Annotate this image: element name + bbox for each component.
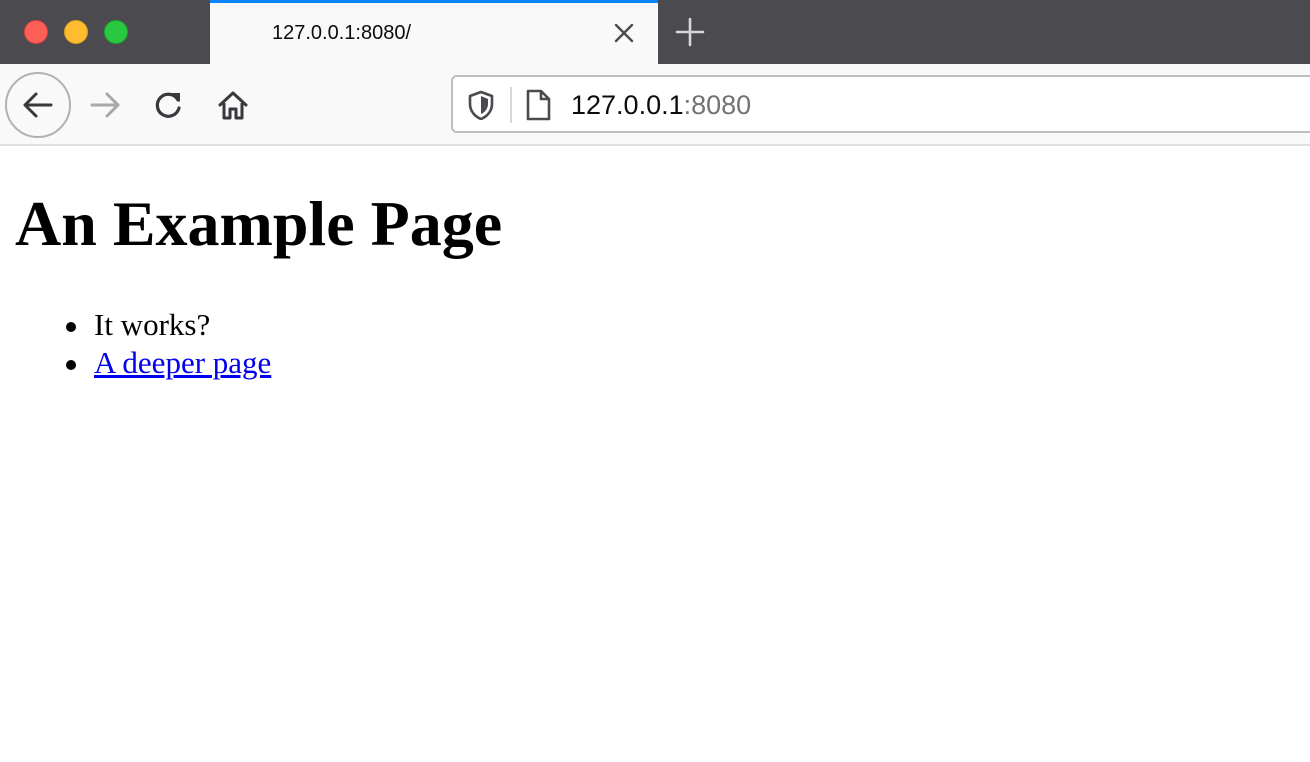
plus-icon: [675, 17, 705, 47]
close-icon[interactable]: [610, 19, 638, 47]
tab-strip: 127.0.0.1:8080/: [0, 0, 1310, 64]
active-tab[interactable]: 127.0.0.1:8080/: [210, 0, 658, 64]
window-close-button[interactable]: [24, 20, 48, 44]
navigation-toolbar: 127.0.0.1:8080: [0, 64, 1310, 146]
window-minimize-button[interactable]: [64, 20, 88, 44]
page-info-icon[interactable]: [524, 88, 552, 122]
content-list: It works? A deeper page: [62, 306, 271, 382]
url-bar-separator: [510, 87, 512, 123]
tab-title: 127.0.0.1:8080/: [272, 22, 412, 44]
list-item: It works?: [62, 306, 271, 344]
new-tab-button[interactable]: [672, 14, 708, 50]
back-arrow-icon: [23, 92, 53, 118]
home-button[interactable]: [200, 72, 266, 138]
page-content: An Example Page It works? A deeper page: [0, 146, 1310, 762]
url-host: 127.0.0.1: [571, 90, 684, 120]
back-button[interactable]: [5, 72, 71, 138]
list-item: A deeper page: [62, 344, 271, 382]
window-maximize-button[interactable]: [104, 20, 128, 44]
forward-arrow-icon: [90, 92, 120, 118]
reload-button[interactable]: [136, 72, 202, 138]
page-heading: An Example Page: [15, 188, 503, 259]
reload-icon: [155, 92, 181, 118]
tracking-protection-shield-icon[interactable]: [467, 90, 495, 121]
deeper-page-link[interactable]: A deeper page: [94, 345, 271, 380]
list-item-text: It works?: [94, 307, 211, 342]
url-port: :8080: [683, 90, 752, 120]
url-bar[interactable]: 127.0.0.1:8080: [451, 75, 1310, 133]
home-icon: [218, 91, 248, 120]
url-text[interactable]: 127.0.0.1:8080: [571, 90, 751, 120]
forward-button[interactable]: [72, 72, 138, 138]
